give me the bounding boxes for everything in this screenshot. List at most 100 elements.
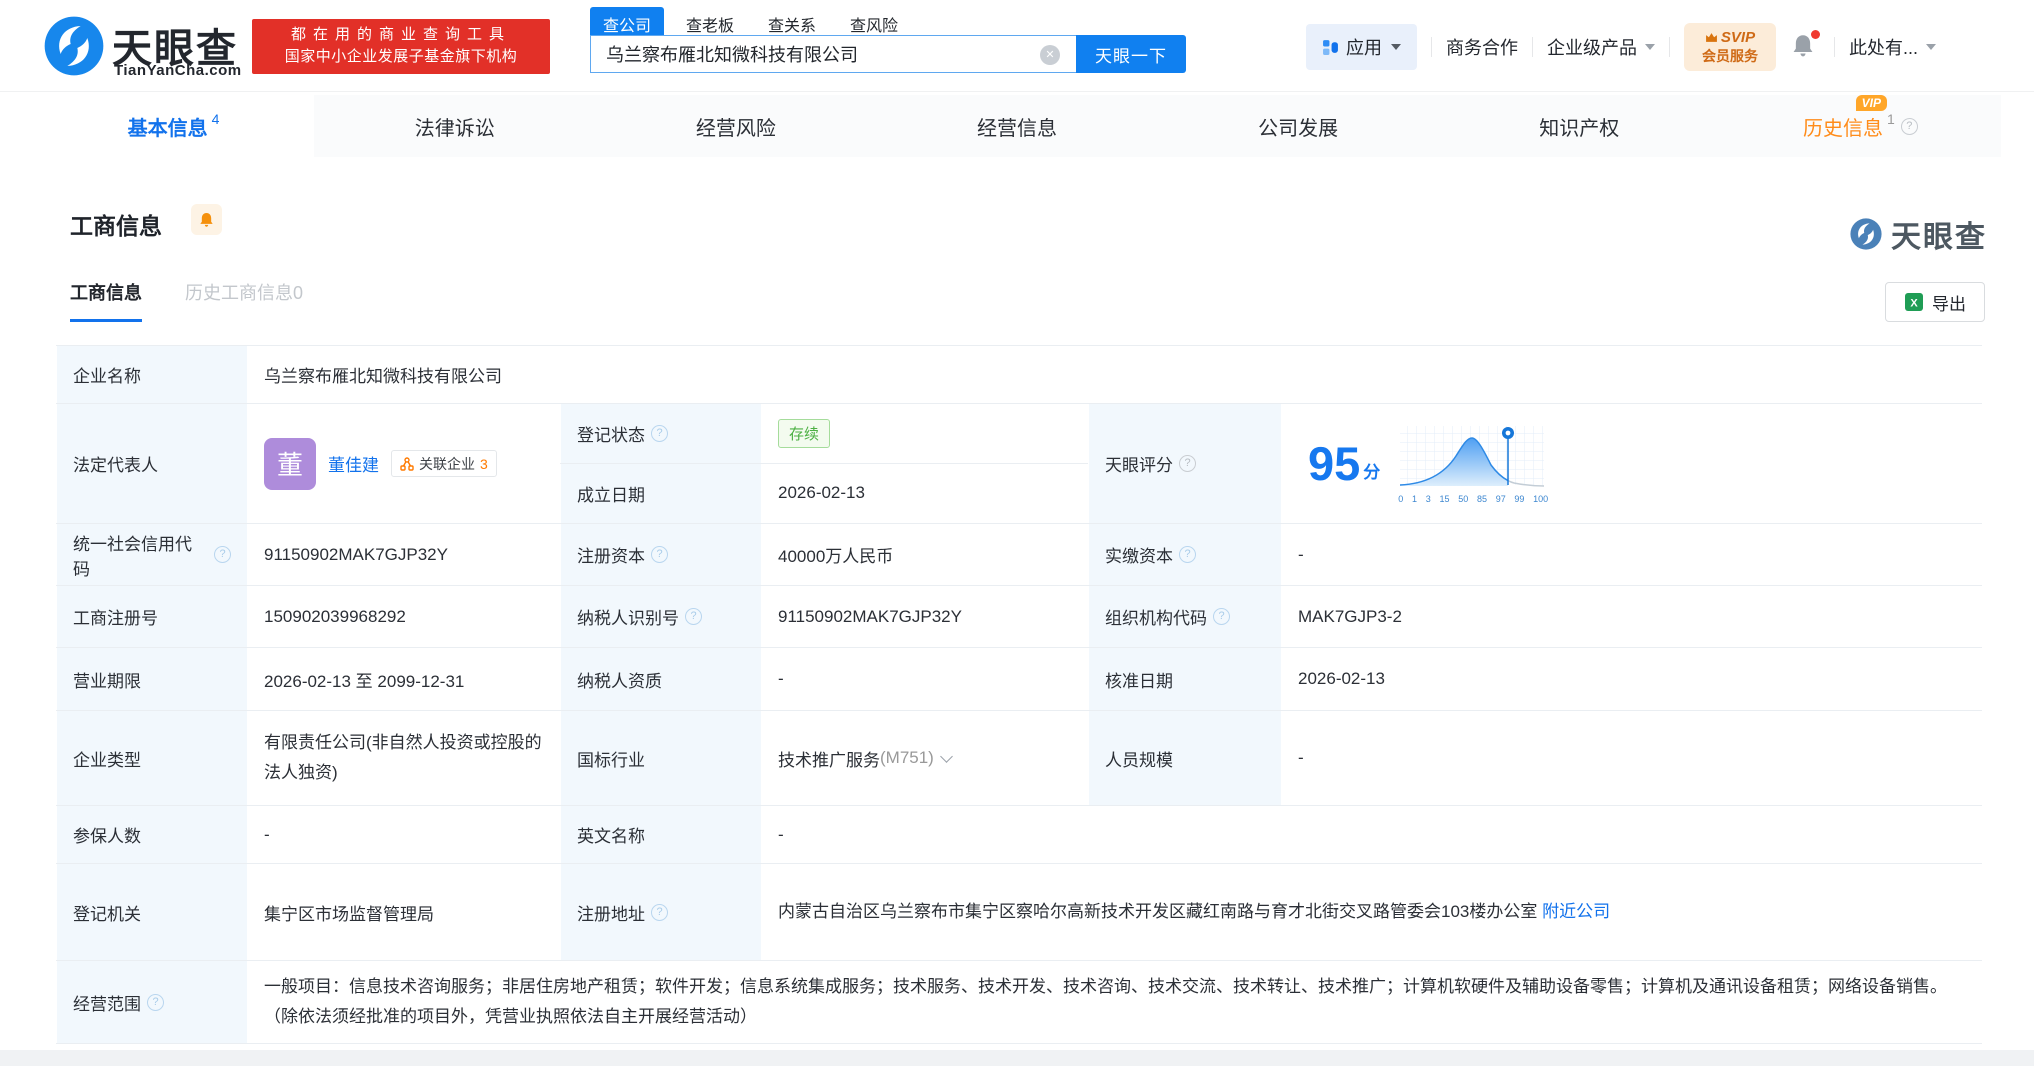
business-info-table: 企业名称 乌兰察布雁北知微科技有限公司 法定代表人 董 董佳建 关联企业 3 登…: [56, 345, 1982, 1044]
score-axis-label: 100: [1533, 493, 1549, 504]
field-label: 企业类型: [56, 711, 248, 805]
search-button[interactable]: 天眼一下: [1076, 35, 1186, 73]
status-date-subcolumn: 登记状态 存续 成立日期 2026-02-13: [560, 404, 1088, 523]
tab-legal-proceedings[interactable]: 法律诉讼: [314, 95, 595, 157]
score-cell: 95 分 0 1 3 15 50 85 97 99 100: [1282, 404, 1982, 523]
status-badge: 存续: [778, 418, 831, 448]
help-icon[interactable]: [1900, 117, 1918, 135]
user-account-menu[interactable]: 此处有...: [1849, 34, 1937, 60]
score-distribution-chart: 0 1 3 15 50 85 97 99 100: [1398, 424, 1548, 504]
taxpayer-quality-value: -: [778, 669, 784, 688]
tab-history-info[interactable]: 历史信息 VIP 1: [1720, 94, 2001, 157]
related-label: 关联企业: [419, 455, 475, 472]
org-code-value: MAK7GJP3-2: [1298, 606, 1402, 626]
watermark-text: 天眼查: [1891, 221, 1987, 254]
crown-icon: [1705, 32, 1717, 42]
legal-rep-link[interactable]: 董佳建: [328, 451, 379, 476]
help-icon[interactable]: [147, 993, 164, 1011]
company-type-value: 有限责任公司(非自然人投资或控股的法人独资): [264, 733, 542, 782]
enterprise-products-menu[interactable]: 企业级产品: [1547, 34, 1655, 60]
table-row: 登记机关 集宁区市场监督管理局 注册地址 内蒙古自治区乌兰察布市集宁区察哈尔高新…: [56, 864, 1982, 961]
export-button[interactable]: X 导出: [1885, 282, 1985, 322]
tab-label: 公司发展: [1258, 117, 1339, 140]
tab-company-development[interactable]: 公司发展: [1158, 95, 1439, 157]
table-row: 经营范围 一般项目：信息技术咨询服务；非居住房地产租赁；软件开发；信息系统集成服…: [56, 961, 1982, 1044]
clear-search-icon[interactable]: [1040, 45, 1060, 65]
subtab-history-business-info[interactable]: 历史工商信息0: [185, 279, 303, 305]
subscribe-bell-button[interactable]: [191, 204, 222, 235]
paid-capital-value: -: [1298, 544, 1304, 564]
svip-label: SVIP: [1720, 28, 1756, 46]
subtab-business-info[interactable]: 工商信息: [70, 279, 142, 322]
divider: [1431, 37, 1432, 57]
divider: [1532, 37, 1533, 57]
help-icon[interactable]: [651, 903, 668, 921]
header-menu: 应用 商务合作 企业级产品 SVIP 会员服务 此处有...: [1306, 23, 1937, 71]
help-icon[interactable]: [1179, 455, 1196, 472]
tab-label: 历史信息: [1803, 117, 1884, 140]
chevron-down-icon: [1391, 44, 1401, 50]
excel-icon: X: [1905, 293, 1923, 311]
tab-label: 基本信息: [127, 117, 208, 140]
chevron-down-icon: [1645, 44, 1655, 50]
chevron-down-icon: [1926, 44, 1937, 50]
table-row: 参保人数 - 英文名称 -: [56, 806, 1982, 864]
reg-status-cell: 存续: [762, 404, 1088, 463]
page-bottom-strip: [0, 1050, 2034, 1066]
tianyancha-logo-icon[interactable]: [42, 14, 106, 78]
field-label: 天眼评分: [1105, 456, 1173, 475]
related-companies-badge[interactable]: 关联企业 3: [391, 450, 497, 477]
tab-operating-risk[interactable]: 经营风险: [595, 95, 876, 157]
field-label-group: 经营范围: [56, 961, 248, 1043]
field-label-group: 组织机构代码: [1088, 586, 1282, 647]
field-label: 成立日期: [560, 463, 762, 523]
tab-label: 经营信息: [976, 117, 1057, 140]
tab-basic-info[interactable]: 基本信息 4: [33, 95, 315, 157]
help-icon[interactable]: [651, 546, 668, 563]
apps-menu[interactable]: 应用: [1306, 24, 1417, 70]
svip-membership-button[interactable]: SVIP 会员服务: [1684, 23, 1776, 71]
reg-capital-value: 40000万人民币: [778, 547, 894, 566]
field-label: 实缴资本: [1105, 547, 1173, 566]
brand-domain: TianYanCha.com: [114, 62, 242, 79]
field-label: 注册地址: [577, 904, 645, 924]
help-icon[interactable]: [685, 608, 702, 625]
score-axis-label: 85: [1476, 493, 1487, 504]
notification-dot: [1811, 30, 1820, 39]
chevron-down-icon[interactable]: [939, 749, 953, 763]
tab-operating-info[interactable]: 经营信息: [876, 95, 1157, 157]
company-nav-tabs: 基本信息 4 法律诉讼 经营风险 经营信息 公司发展 知识产权 历史信息 VIP…: [33, 94, 2001, 157]
tianyancha-watermark-icon: [1850, 218, 1882, 250]
help-icon[interactable]: [651, 424, 668, 442]
help-icon[interactable]: [1179, 546, 1196, 563]
notifications-button[interactable]: [1790, 30, 1820, 62]
field-label: 英文名称: [560, 806, 762, 863]
business-cooperation-link[interactable]: 商务合作: [1446, 34, 1518, 60]
business-term-value: 2026-02-13 至 2099-12-31: [264, 671, 465, 691]
field-label: 登记机关: [56, 864, 248, 960]
apps-label: 应用: [1346, 38, 1382, 58]
help-icon[interactable]: [214, 546, 231, 563]
related-count: 3: [480, 455, 488, 472]
username: 此处有...: [1849, 38, 1919, 58]
tab-intellectual-property[interactable]: 知识产权: [1439, 95, 1720, 157]
search-input[interactable]: [590, 35, 1076, 73]
company-name-value: 乌兰察布雁北知微科技有限公司: [264, 367, 502, 386]
field-label: 经营范围: [73, 994, 141, 1014]
field-label: 统一社会信用代码: [73, 534, 192, 579]
help-icon[interactable]: [1213, 608, 1230, 625]
tab-count: 4: [211, 111, 220, 127]
field-label: 纳税人识别号: [577, 609, 679, 628]
tianyancha-company-page: 天眼查 TianYanCha.com 都在用的商业查询工具 国家中小企业发展子基…: [0, 0, 2034, 1066]
avatar[interactable]: 董: [264, 437, 316, 490]
credit-code-value: 91150902MAK7GJP32Y: [264, 544, 448, 564]
score-value: 95: [1308, 437, 1361, 490]
reg-address-cell: 内蒙古自治区乌兰察布市集宁区察哈尔高新技术开发区藏红南路与育才北街交叉路管委会1…: [762, 864, 1982, 960]
reg-address-value: 内蒙古自治区乌兰察布市集宁区察哈尔高新技术开发区藏红南路与育才北街交叉路管委会1…: [778, 902, 1538, 921]
bell-icon: [200, 212, 213, 227]
tab-label: 知识产权: [1539, 117, 1620, 140]
nearby-companies-link[interactable]: 附近公司: [1542, 902, 1610, 921]
field-label: 登记状态: [577, 425, 645, 445]
score-unit: 分: [1363, 463, 1381, 482]
insured-count-value: -: [264, 824, 270, 844]
